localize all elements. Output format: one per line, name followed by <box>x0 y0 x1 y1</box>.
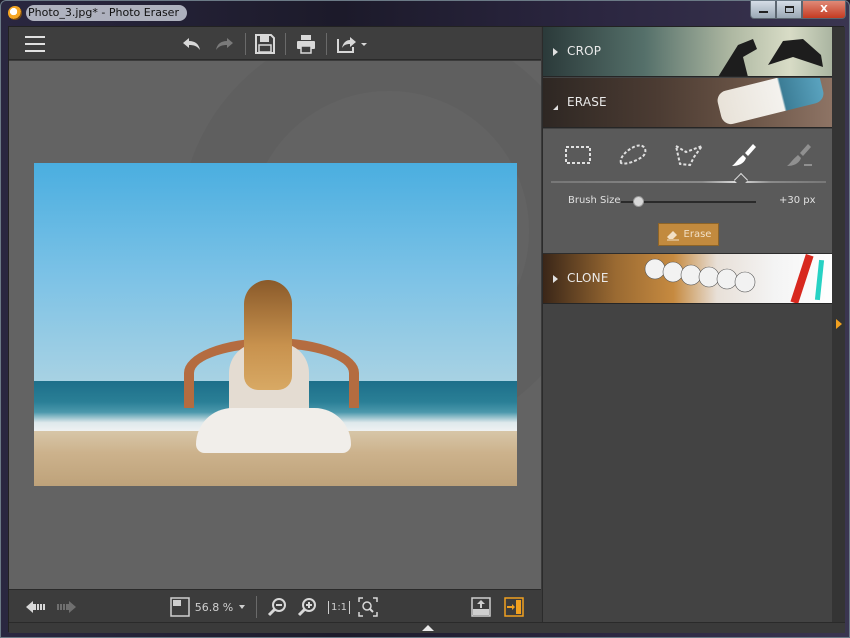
section-label: CLONE <box>567 271 609 285</box>
hamburger-icon <box>25 36 45 38</box>
clone-banner-red-pen <box>790 254 814 303</box>
zoom-fit-button[interactable] <box>357 597 379 617</box>
erase-tools-body: Brush Size +30 px Erase <box>543 129 833 254</box>
brush-icon <box>732 144 756 166</box>
print-button[interactable] <box>295 33 317 55</box>
section-clone[interactable]: CLONE <box>543 254 833 304</box>
eraser-brush-tool[interactable] <box>781 141 817 169</box>
erase-banner-image <box>715 78 826 127</box>
next-image-icon <box>57 601 76 613</box>
expand-arrow-icon <box>553 48 558 56</box>
zoom-in-icon <box>297 598 316 617</box>
erase-button[interactable]: Erase <box>658 223 719 246</box>
minimize-button[interactable] <box>750 1 776 19</box>
redo-button[interactable] <box>213 33 235 55</box>
rectangle-select-icon <box>565 146 591 164</box>
panel-toggle-icon <box>504 597 524 617</box>
eraser-icon <box>666 230 679 240</box>
statusbar-separator <box>256 596 257 618</box>
bottom-strip <box>9 622 845 633</box>
next-image-button[interactable] <box>55 597 77 617</box>
actual-size-label: 1:1 <box>327 600 351 614</box>
eraser-brush-icon <box>787 144 812 166</box>
clone-banner-teal-pen <box>814 259 825 301</box>
window-title: Photo_3.jpg* - Photo Eraser <box>26 5 187 21</box>
photo-image[interactable] <box>34 163 517 486</box>
image-canvas[interactable] <box>9 61 541 589</box>
close-button[interactable]: X <box>802 1 846 19</box>
panel-side-strip[interactable] <box>832 27 845 622</box>
toolbar-separator <box>285 33 286 55</box>
client-area: 56.8 % 1:1 CROP ERASE Brush Size +30 px … <box>8 26 845 633</box>
zoom-dropdown[interactable] <box>237 597 247 617</box>
toolbar-separator <box>245 33 246 55</box>
crop-banner-image <box>718 39 823 76</box>
close-icon: X <box>820 4 828 15</box>
maximize-icon <box>784 6 794 13</box>
share-button[interactable] <box>335 33 369 55</box>
brush-tool[interactable] <box>725 141 761 169</box>
status-bar: 56.8 % 1:1 <box>9 589 541 622</box>
zoom-in-button[interactable] <box>296 597 318 617</box>
app-icon <box>8 6 22 20</box>
zoom-out-icon <box>267 598 286 617</box>
lasso-select-tool[interactable] <box>615 141 651 169</box>
zoom-fit-icon <box>358 597 378 617</box>
save-button[interactable] <box>254 33 276 55</box>
hamburger-line <box>25 43 45 45</box>
toolbar-separator <box>326 33 327 55</box>
redo-icon <box>216 38 233 50</box>
panel-toggle-button[interactable] <box>503 597 525 617</box>
brush-size-label: Brush Size <box>568 195 621 206</box>
polygon-select-icon <box>674 143 704 167</box>
save-icon <box>255 34 275 54</box>
brush-size-slider-thumb[interactable] <box>633 196 644 207</box>
undo-icon <box>183 38 200 50</box>
lasso-select-icon <box>619 144 647 165</box>
hamburger-line <box>25 50 45 52</box>
tools-panel: CROP ERASE Brush Size +30 px Erase CLONE <box>542 27 833 622</box>
chevron-down-icon <box>239 605 245 609</box>
actual-size-button[interactable]: 1:1 <box>326 597 351 617</box>
polygon-select-tool[interactable] <box>671 141 707 169</box>
zoom-out-button[interactable] <box>266 597 288 617</box>
section-erase[interactable]: ERASE <box>543 78 833 128</box>
brush-size-value: +30 px <box>779 195 816 206</box>
section-label: CROP <box>567 44 602 58</box>
title-bar: Photo_3.jpg* - Photo Eraser X <box>1 1 850 25</box>
main-toolbar <box>9 27 541 60</box>
expand-filmstrip-icon[interactable] <box>422 625 434 631</box>
photo-subject-hair <box>244 280 292 390</box>
section-label: ERASE <box>567 95 607 109</box>
zoom-preset-icon-box[interactable] <box>170 597 190 617</box>
zoom-preset-icon <box>170 597 190 617</box>
expand-arrow-icon <box>553 275 558 283</box>
zoom-level-value: 56.8 % <box>194 600 234 614</box>
export-button[interactable] <box>470 597 492 617</box>
active-tool-indicator <box>733 172 749 188</box>
app-window: Photo_3.jpg* - Photo Eraser X 56.8 % 1:1… <box>0 0 850 638</box>
expand-panel-arrow-icon[interactable] <box>836 319 842 329</box>
maximize-button[interactable] <box>776 1 802 19</box>
photo-subject-skirt <box>196 408 351 453</box>
print-icon <box>297 35 315 54</box>
export-icon <box>471 597 491 617</box>
minimize-icon <box>758 11 768 13</box>
rectangle-select-tool[interactable] <box>560 141 596 169</box>
erase-button-label: Erase <box>683 229 712 240</box>
tool-selector-line <box>551 181 826 183</box>
share-icon <box>337 37 367 53</box>
prev-image-icon <box>26 601 45 613</box>
menu-button[interactable] <box>24 36 46 52</box>
prev-image-button[interactable] <box>25 597 47 617</box>
clone-banner-image <box>644 258 756 293</box>
undo-button[interactable] <box>181 33 203 55</box>
section-crop[interactable]: CROP <box>543 27 833 77</box>
collapse-arrow-icon <box>553 100 558 110</box>
